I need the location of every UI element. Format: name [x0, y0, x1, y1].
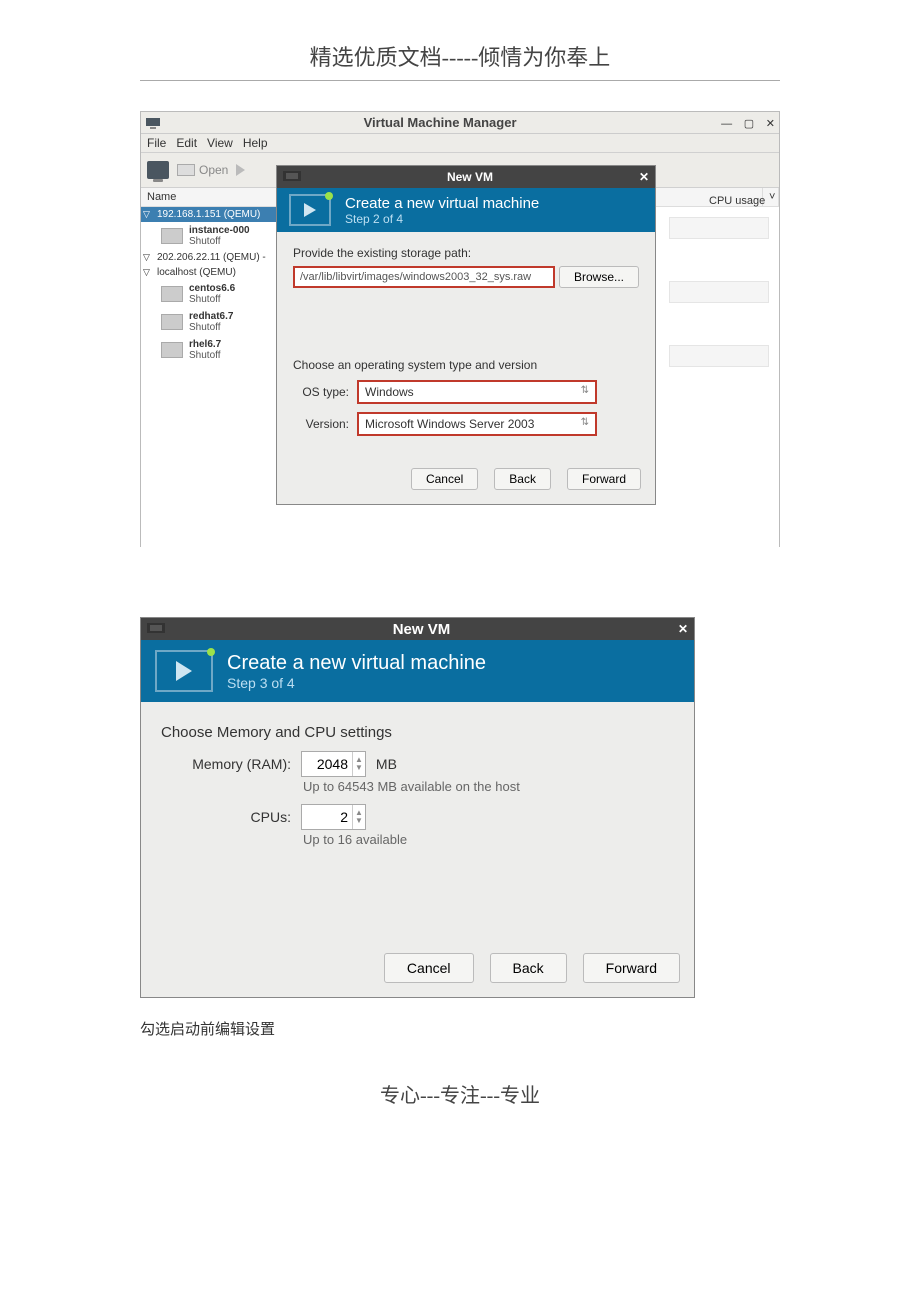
vmm-window: Virtual Machine Manager — ▢ ✕ File Edit …: [140, 111, 780, 547]
vmm-title: Virtual Machine Manager: [167, 115, 713, 130]
back-button[interactable]: Back: [494, 468, 551, 490]
dialog-titlebar[interactable]: New VM ✕: [277, 166, 655, 188]
cancel-button[interactable]: Cancel: [411, 468, 478, 490]
cancel-button[interactable]: Cancel: [384, 953, 474, 983]
cpu-usage-graph: [669, 217, 769, 239]
connection-row[interactable]: 202.206.22.11 (QEMU) -: [141, 250, 277, 265]
vmm-titlebar: Virtual Machine Manager — ▢ ✕: [141, 112, 779, 134]
cpu-input[interactable]: [302, 805, 352, 829]
memory-input[interactable]: [302, 752, 352, 776]
memory-hint: Up to 64543 MB available on the host: [303, 779, 674, 794]
vmm-icon: [145, 115, 161, 131]
close-icon[interactable]: ✕: [766, 118, 775, 130]
minimize-icon[interactable]: —: [721, 118, 732, 130]
chevron-updown-icon: ⇅: [581, 385, 589, 399]
vm-row[interactable]: centos6.6Shutoff: [141, 280, 277, 308]
cpu-spinner[interactable]: ▲▼: [301, 804, 366, 830]
new-vm-dialog-step3: New VM ✕ Create a new virtual machine St…: [140, 617, 695, 998]
dialog-banner: Create a new virtual machine Step 2 of 4: [277, 188, 655, 232]
vm-row[interactable]: instance-000 Shutoff: [141, 222, 277, 250]
vmm-menubar: File Edit View Help: [141, 134, 779, 152]
forward-button[interactable]: Forward: [567, 468, 641, 490]
page-header: 精选优质文档-----倾情为你奉上: [140, 0, 780, 81]
vmm-sidebar: 192.168.1.151 (QEMU) instance-000 Shutof…: [141, 207, 277, 563]
cpu-usage-graph: [669, 345, 769, 367]
dialog-title-icon: [147, 623, 165, 635]
storage-path-label: Provide the existing storage path:: [293, 246, 639, 260]
window-controls: — ▢ ✕: [713, 115, 775, 130]
memory-unit: MB: [376, 756, 397, 772]
maximize-icon[interactable]: ▢: [744, 118, 754, 130]
connection-row[interactable]: 192.168.1.151 (QEMU): [141, 207, 277, 222]
os-choose-label: Choose an operating system type and vers…: [293, 358, 639, 372]
vm-row[interactable]: rhel6.7Shutoff: [141, 336, 277, 364]
storage-path-input[interactable]: /var/lib/libvirt/images/windows2003_32_s…: [293, 266, 555, 288]
new-vm-dialog-step2: New VM ✕ Create a new virtual machine St…: [276, 165, 656, 505]
memory-spinner[interactable]: ▲▼: [301, 751, 366, 777]
vm-thumb-icon: [161, 286, 183, 302]
banner-step: Step 3 of 4: [227, 675, 486, 691]
ostype-label: OS type:: [293, 385, 349, 399]
memory-label: Memory (RAM):: [161, 756, 291, 772]
menu-file[interactable]: File: [147, 136, 166, 150]
connection-row[interactable]: localhost (QEMU): [141, 265, 277, 280]
vm-play-icon: [155, 650, 213, 692]
dialog-title-icon: [283, 171, 301, 183]
ostype-select[interactable]: Windows⇅: [357, 380, 597, 404]
monitor-icon: [177, 164, 195, 176]
spinner-arrows-icon[interactable]: ▲▼: [352, 752, 365, 776]
chevron-updown-icon: ⇅: [581, 417, 589, 431]
cpu-hint: Up to 16 available: [303, 832, 674, 847]
banner-title: Create a new virtual machine: [345, 195, 539, 212]
dialog-title: New VM: [165, 621, 678, 638]
dialog-title: New VM: [301, 170, 639, 184]
caption-text: 勾选启动前编辑设置: [140, 1018, 920, 1039]
vm-row[interactable]: redhat6.7Shutoff: [141, 308, 277, 336]
spinner-arrows-icon[interactable]: ▲▼: [352, 805, 365, 829]
memcpu-heading: Choose Memory and CPU settings: [161, 724, 674, 741]
banner-step: Step 2 of 4: [345, 212, 539, 226]
version-label: Version:: [293, 417, 349, 431]
menu-help[interactable]: Help: [243, 136, 268, 150]
version-select[interactable]: Microsoft Windows Server 2003⇅: [357, 412, 597, 436]
back-button[interactable]: Back: [490, 953, 567, 983]
menu-view[interactable]: View: [207, 136, 233, 150]
close-icon[interactable]: ✕: [678, 622, 688, 636]
vm-thumb-icon: [161, 228, 183, 244]
new-vm-icon[interactable]: [147, 161, 169, 179]
cpu-label: CPUs:: [161, 809, 291, 825]
banner-title: Create a new virtual machine: [227, 652, 486, 675]
page-footer: 专心---专注---专业: [0, 1039, 920, 1148]
forward-button[interactable]: Forward: [583, 953, 680, 983]
browse-button[interactable]: Browse...: [559, 266, 639, 288]
dialog-banner: Create a new virtual machine Step 3 of 4: [141, 640, 694, 702]
play-icon[interactable]: [236, 164, 245, 176]
vm-thumb-icon: [161, 314, 183, 330]
dialog-titlebar[interactable]: New VM ✕: [141, 618, 694, 640]
vm-thumb-icon: [161, 342, 183, 358]
close-icon[interactable]: ✕: [639, 170, 649, 184]
menu-edit[interactable]: Edit: [176, 136, 197, 150]
open-button[interactable]: Open: [177, 163, 228, 177]
cpu-usage-graph: [669, 281, 769, 303]
vm-play-icon: [289, 194, 331, 226]
